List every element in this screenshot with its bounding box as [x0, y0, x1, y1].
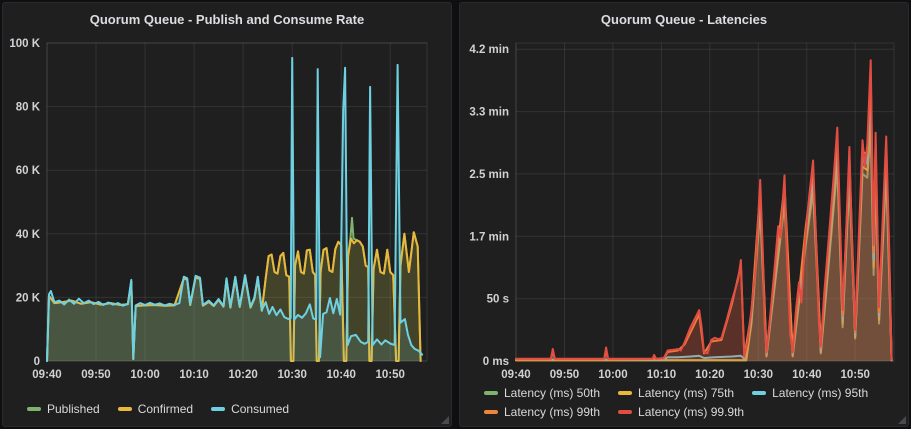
- svg-text:10:00: 10:00: [598, 369, 627, 381]
- chart-canvas-publish-consume[interactable]: 0 20 K 40 K 60 K 80 K 100 K 09:40 09:50 10:00 10:…: [3, 35, 451, 393]
- svg-text:10:40: 10:40: [792, 369, 821, 381]
- svg-text:10:30: 10:30: [744, 369, 773, 381]
- svg-text:10:10: 10:10: [179, 369, 208, 381]
- legend-item-latency-ms-99th[interactable]: Latency (ms) 99th: [484, 405, 600, 419]
- legend-label: Consumed: [231, 402, 289, 416]
- panel-title[interactable]: Quorum Queue - Latencies: [460, 3, 908, 27]
- legend-item-consumed[interactable]: Consumed: [211, 402, 289, 416]
- legend-swatch-icon: [618, 410, 632, 414]
- svg-text:100 K: 100 K: [9, 38, 40, 50]
- svg-text:60 K: 60 K: [16, 165, 41, 177]
- panel-latencies: Quorum Queue - Latencies 0 ms 50 s 1.7 min…: [459, 2, 909, 427]
- svg-text:10:00: 10:00: [130, 369, 159, 381]
- svg-text:10:40: 10:40: [326, 369, 355, 381]
- legend-label: Latency (ms) 50th: [504, 386, 600, 400]
- legend-swatch-icon: [618, 391, 632, 395]
- panel-publish-consume-rate: Quorum Queue - Publish and Consume Rate …: [2, 2, 452, 427]
- legend-label: Confirmed: [138, 402, 193, 416]
- svg-text:2.5 min: 2.5 min: [469, 169, 509, 181]
- panel-title[interactable]: Quorum Queue - Publish and Consume Rate: [3, 3, 451, 27]
- legend-label: Latency (ms) 95th: [772, 386, 868, 400]
- panel-resize-handle[interactable]: [441, 416, 449, 424]
- svg-text:4.2 min: 4.2 min: [469, 44, 509, 56]
- legend: Latency (ms) 50th Latency (ms) 75th Latenc…: [484, 386, 902, 419]
- svg-text:50 s: 50 s: [487, 294, 509, 306]
- svg-text:10:50: 10:50: [840, 369, 869, 381]
- legend-label: Published: [47, 402, 100, 416]
- legend-swatch-icon: [211, 407, 225, 411]
- svg-text:3.3 min: 3.3 min: [469, 107, 509, 119]
- svg-text:0: 0: [34, 356, 40, 368]
- svg-text:10:50: 10:50: [375, 369, 404, 381]
- legend: Published Confirmed Consumed: [27, 402, 445, 416]
- legend-label: Latency (ms) 99.9th: [638, 405, 744, 419]
- legend-item-latency-ms-50th[interactable]: Latency (ms) 50th: [484, 386, 600, 400]
- panel-resize-handle[interactable]: [898, 416, 906, 424]
- legend-swatch-icon: [484, 391, 498, 395]
- legend-label: Latency (ms) 99th: [504, 405, 600, 419]
- svg-text:10:20: 10:20: [695, 369, 724, 381]
- svg-text:80 K: 80 K: [16, 102, 41, 114]
- svg-text:1.7 min: 1.7 min: [469, 231, 509, 243]
- legend-label: Latency (ms) 75th: [638, 386, 734, 400]
- legend-swatch-icon: [752, 391, 766, 395]
- svg-text:0 ms: 0 ms: [483, 356, 509, 368]
- svg-text:10:30: 10:30: [277, 369, 306, 381]
- svg-text:09:40: 09:40: [501, 369, 530, 381]
- svg-text:20 K: 20 K: [16, 292, 41, 304]
- svg-text:09:50: 09:50: [81, 369, 110, 381]
- legend-item-latency-ms-75th[interactable]: Latency (ms) 75th: [618, 386, 734, 400]
- legend-swatch-icon: [118, 407, 132, 411]
- legend-item-latency-ms-95th[interactable]: Latency (ms) 95th: [752, 386, 868, 400]
- chart-canvas-latencies[interactable]: 0 ms 50 s 1.7 min 2.5 min 3.3 min 4.2 min 09:4…: [460, 35, 908, 393]
- legend-item-published[interactable]: Published: [27, 402, 100, 416]
- svg-text:10:10: 10:10: [647, 369, 676, 381]
- legend-item-confirmed[interactable]: Confirmed: [118, 402, 193, 416]
- dashboard: Quorum Queue - Publish and Consume Rate …: [0, 0, 911, 429]
- svg-text:09:40: 09:40: [32, 369, 61, 381]
- svg-text:40 K: 40 K: [16, 229, 41, 241]
- legend-swatch-icon: [27, 407, 41, 411]
- svg-text:09:50: 09:50: [550, 369, 579, 381]
- svg-text:10:20: 10:20: [228, 369, 257, 381]
- legend-item-latency-ms-99-9th[interactable]: Latency (ms) 99.9th: [618, 405, 744, 419]
- legend-swatch-icon: [484, 410, 498, 414]
